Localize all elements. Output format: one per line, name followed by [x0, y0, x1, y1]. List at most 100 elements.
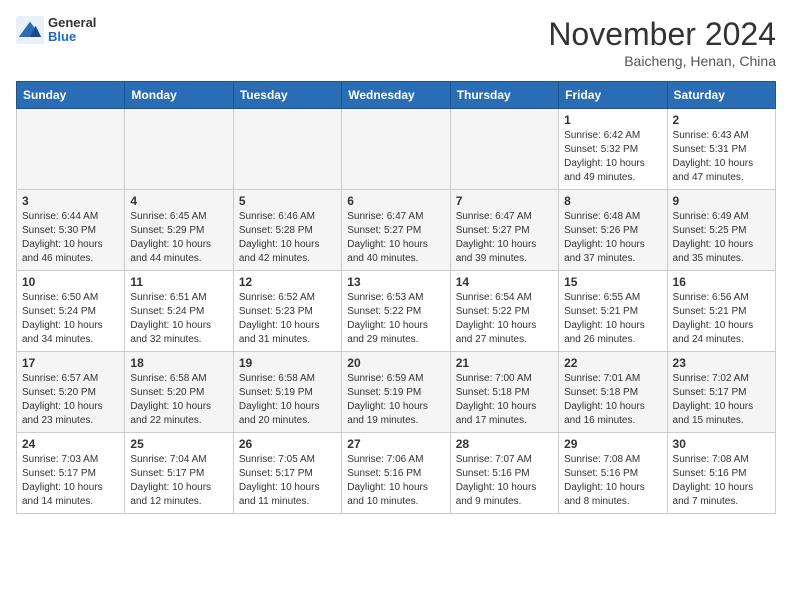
calendar-cell: 7 Sunrise: 6:47 AMSunset: 5:27 PMDaylight…	[450, 190, 558, 271]
day-info: Sunrise: 7:00 AMSunset: 5:18 PMDaylight:…	[456, 372, 553, 428]
calendar-cell: 29 Sunrise: 7:08 AMSunset: 5:16 PMDayligh…	[559, 433, 667, 514]
day-number: 14	[456, 275, 553, 289]
calendar-cell: 22 Sunrise: 7:01 AMSunset: 5:18 PMDayligh…	[559, 352, 667, 433]
calendar-cell: 8 Sunrise: 6:48 AMSunset: 5:26 PMDaylight…	[559, 190, 667, 271]
day-number: 23	[673, 356, 770, 370]
calendar-cell: 27 Sunrise: 7:06 AMSunset: 5:16 PMDayligh…	[342, 433, 450, 514]
day-info: Sunrise: 6:49 AMSunset: 5:25 PMDaylight:…	[673, 210, 770, 266]
day-number: 26	[239, 437, 336, 451]
day-number: 8	[564, 194, 661, 208]
day-info: Sunrise: 7:07 AMSunset: 5:16 PMDaylight:…	[456, 453, 553, 509]
calendar-cell: 16Sunrise: 6:56 AMSunset: 5:21 PMDayligh…	[667, 271, 775, 352]
day-info: Sunrise: 6:58 AMSunset: 5:20 PMDaylight:…	[130, 372, 227, 428]
day-number: 15	[564, 275, 661, 289]
calendar-cell: 4Sunrise: 6:45 AMSunset: 5:29 PMDaylight…	[125, 190, 233, 271]
day-info: Sunrise: 6:52 AMSunset: 5:23 PMDaylight:…	[239, 291, 336, 347]
header: General Blue November 2024 Baicheng, Hen…	[16, 16, 776, 69]
day-info: Sunrise: 7:08 AMSunset: 5:16 PMDaylight:…	[673, 453, 770, 509]
day-info: Sunrise: 6:42 AMSunset: 5:32 PMDaylight:…	[564, 129, 661, 185]
calendar-cell: 11 Sunrise: 6:51 AMSunset: 5:24 PMDayligh…	[125, 271, 233, 352]
calendar-cell	[17, 109, 125, 190]
day-info: Sunrise: 6:46 AMSunset: 5:28 PMDaylight:…	[239, 210, 336, 266]
day-info: Sunrise: 6:48 AMSunset: 5:26 PMDaylight:…	[564, 210, 661, 266]
calendar-cell: 21Sunrise: 7:00 AMSunset: 5:18 PMDayligh…	[450, 352, 558, 433]
calendar-week-row: 24Sunrise: 7:03 AMSunset: 5:17 PMDayligh…	[17, 433, 776, 514]
day-number: 27	[347, 437, 444, 451]
calendar-week-row: 10 Sunrise: 6:50 AMSunset: 5:24 PMDayligh…	[17, 271, 776, 352]
day-number: 30	[673, 437, 770, 451]
day-info: Sunrise: 6:47 AMSunset: 5:27 PMDaylight:…	[456, 210, 553, 266]
day-info: Sunrise: 7:03 AMSunset: 5:17 PMDaylight:…	[22, 453, 119, 509]
day-number: 17	[22, 356, 119, 370]
day-info: Sunrise: 7:01 AMSunset: 5:18 PMDaylight:…	[564, 372, 661, 428]
calendar-cell: 13Sunrise: 6:53 AMSunset: 5:22 PMDayligh…	[342, 271, 450, 352]
day-info: Sunrise: 6:59 AMSunset: 5:19 PMDaylight:…	[347, 372, 444, 428]
day-number: 5	[239, 194, 336, 208]
day-info: Sunrise: 6:58 AMSunset: 5:19 PMDaylight:…	[239, 372, 336, 428]
calendar-cell	[450, 109, 558, 190]
calendar-cell: 14Sunrise: 6:54 AMSunset: 5:22 PMDayligh…	[450, 271, 558, 352]
weekday-header: Wednesday	[342, 82, 450, 109]
day-number: 12	[239, 275, 336, 289]
day-number: 10	[22, 275, 119, 289]
title-block: November 2024 Baicheng, Henan, China	[548, 16, 776, 69]
day-number: 1	[564, 113, 661, 127]
logo-blue-text: Blue	[48, 30, 96, 44]
day-info: Sunrise: 7:05 AMSunset: 5:17 PMDaylight:…	[239, 453, 336, 509]
day-number: 11	[130, 275, 227, 289]
weekday-header: Thursday	[450, 82, 558, 109]
day-number: 2	[673, 113, 770, 127]
calendar-cell	[125, 109, 233, 190]
weekday-header: Friday	[559, 82, 667, 109]
calendar-week-row: 1 Sunrise: 6:42 AMSunset: 5:32 PMDaylight…	[17, 109, 776, 190]
day-info: Sunrise: 7:02 AMSunset: 5:17 PMDaylight:…	[673, 372, 770, 428]
day-info: Sunrise: 6:50 AMSunset: 5:24 PMDaylight:…	[22, 291, 119, 347]
weekday-header-row: SundayMondayTuesdayWednesdayThursdayFrid…	[17, 82, 776, 109]
calendar-cell	[342, 109, 450, 190]
day-info: Sunrise: 6:44 AMSunset: 5:30 PMDaylight:…	[22, 210, 119, 266]
subtitle: Baicheng, Henan, China	[548, 53, 776, 69]
day-info: Sunrise: 6:53 AMSunset: 5:22 PMDaylight:…	[347, 291, 444, 347]
day-info: Sunrise: 7:08 AMSunset: 5:16 PMDaylight:…	[564, 453, 661, 509]
calendar-cell: 1 Sunrise: 6:42 AMSunset: 5:32 PMDaylight…	[559, 109, 667, 190]
day-info: Sunrise: 7:04 AMSunset: 5:17 PMDaylight:…	[130, 453, 227, 509]
calendar-cell	[233, 109, 341, 190]
calendar-cell: 9 Sunrise: 6:49 AMSunset: 5:25 PMDaylight…	[667, 190, 775, 271]
day-number: 22	[564, 356, 661, 370]
weekday-header: Sunday	[17, 82, 125, 109]
day-info: Sunrise: 6:51 AMSunset: 5:24 PMDaylight:…	[130, 291, 227, 347]
day-number: 9	[673, 194, 770, 208]
calendar-cell: 24Sunrise: 7:03 AMSunset: 5:17 PMDayligh…	[17, 433, 125, 514]
day-number: 20	[347, 356, 444, 370]
day-info: Sunrise: 6:43 AMSunset: 5:31 PMDaylight:…	[673, 129, 770, 185]
calendar-cell: 26 Sunrise: 7:05 AMSunset: 5:17 PMDayligh…	[233, 433, 341, 514]
calendar-cell: 12 Sunrise: 6:52 AMSunset: 5:23 PMDayligh…	[233, 271, 341, 352]
calendar-cell: 18 Sunrise: 6:58 AMSunset: 5:20 PMDayligh…	[125, 352, 233, 433]
day-number: 25	[130, 437, 227, 451]
logo-general-text: General	[48, 16, 96, 30]
page: General Blue November 2024 Baicheng, Hen…	[0, 0, 792, 530]
calendar-cell: 2 Sunrise: 6:43 AMSunset: 5:31 PMDaylight…	[667, 109, 775, 190]
day-number: 7	[456, 194, 553, 208]
calendar: SundayMondayTuesdayWednesdayThursdayFrid…	[16, 81, 776, 514]
weekday-header: Saturday	[667, 82, 775, 109]
calendar-cell: 15 Sunrise: 6:55 AMSunset: 5:21 PMDayligh…	[559, 271, 667, 352]
day-number: 6	[347, 194, 444, 208]
day-number: 18	[130, 356, 227, 370]
day-info: Sunrise: 6:47 AMSunset: 5:27 PMDaylight:…	[347, 210, 444, 266]
calendar-cell: 5 Sunrise: 6:46 AMSunset: 5:28 PMDaylight…	[233, 190, 341, 271]
calendar-cell: 10 Sunrise: 6:50 AMSunset: 5:24 PMDayligh…	[17, 271, 125, 352]
day-number: 3	[22, 194, 119, 208]
day-number: 16	[673, 275, 770, 289]
day-info: Sunrise: 6:55 AMSunset: 5:21 PMDaylight:…	[564, 291, 661, 347]
calendar-cell: 20 Sunrise: 6:59 AMSunset: 5:19 PMDayligh…	[342, 352, 450, 433]
day-info: Sunrise: 6:57 AMSunset: 5:20 PMDaylight:…	[22, 372, 119, 428]
logo-text: General Blue	[48, 16, 96, 45]
weekday-header: Monday	[125, 82, 233, 109]
calendar-cell: 25 Sunrise: 7:04 AMSunset: 5:17 PMDayligh…	[125, 433, 233, 514]
day-info: Sunrise: 7:06 AMSunset: 5:16 PMDaylight:…	[347, 453, 444, 509]
calendar-cell: 28Sunrise: 7:07 AMSunset: 5:16 PMDayligh…	[450, 433, 558, 514]
day-info: Sunrise: 6:45 AMSunset: 5:29 PMDaylight:…	[130, 210, 227, 266]
day-number: 19	[239, 356, 336, 370]
day-number: 29	[564, 437, 661, 451]
